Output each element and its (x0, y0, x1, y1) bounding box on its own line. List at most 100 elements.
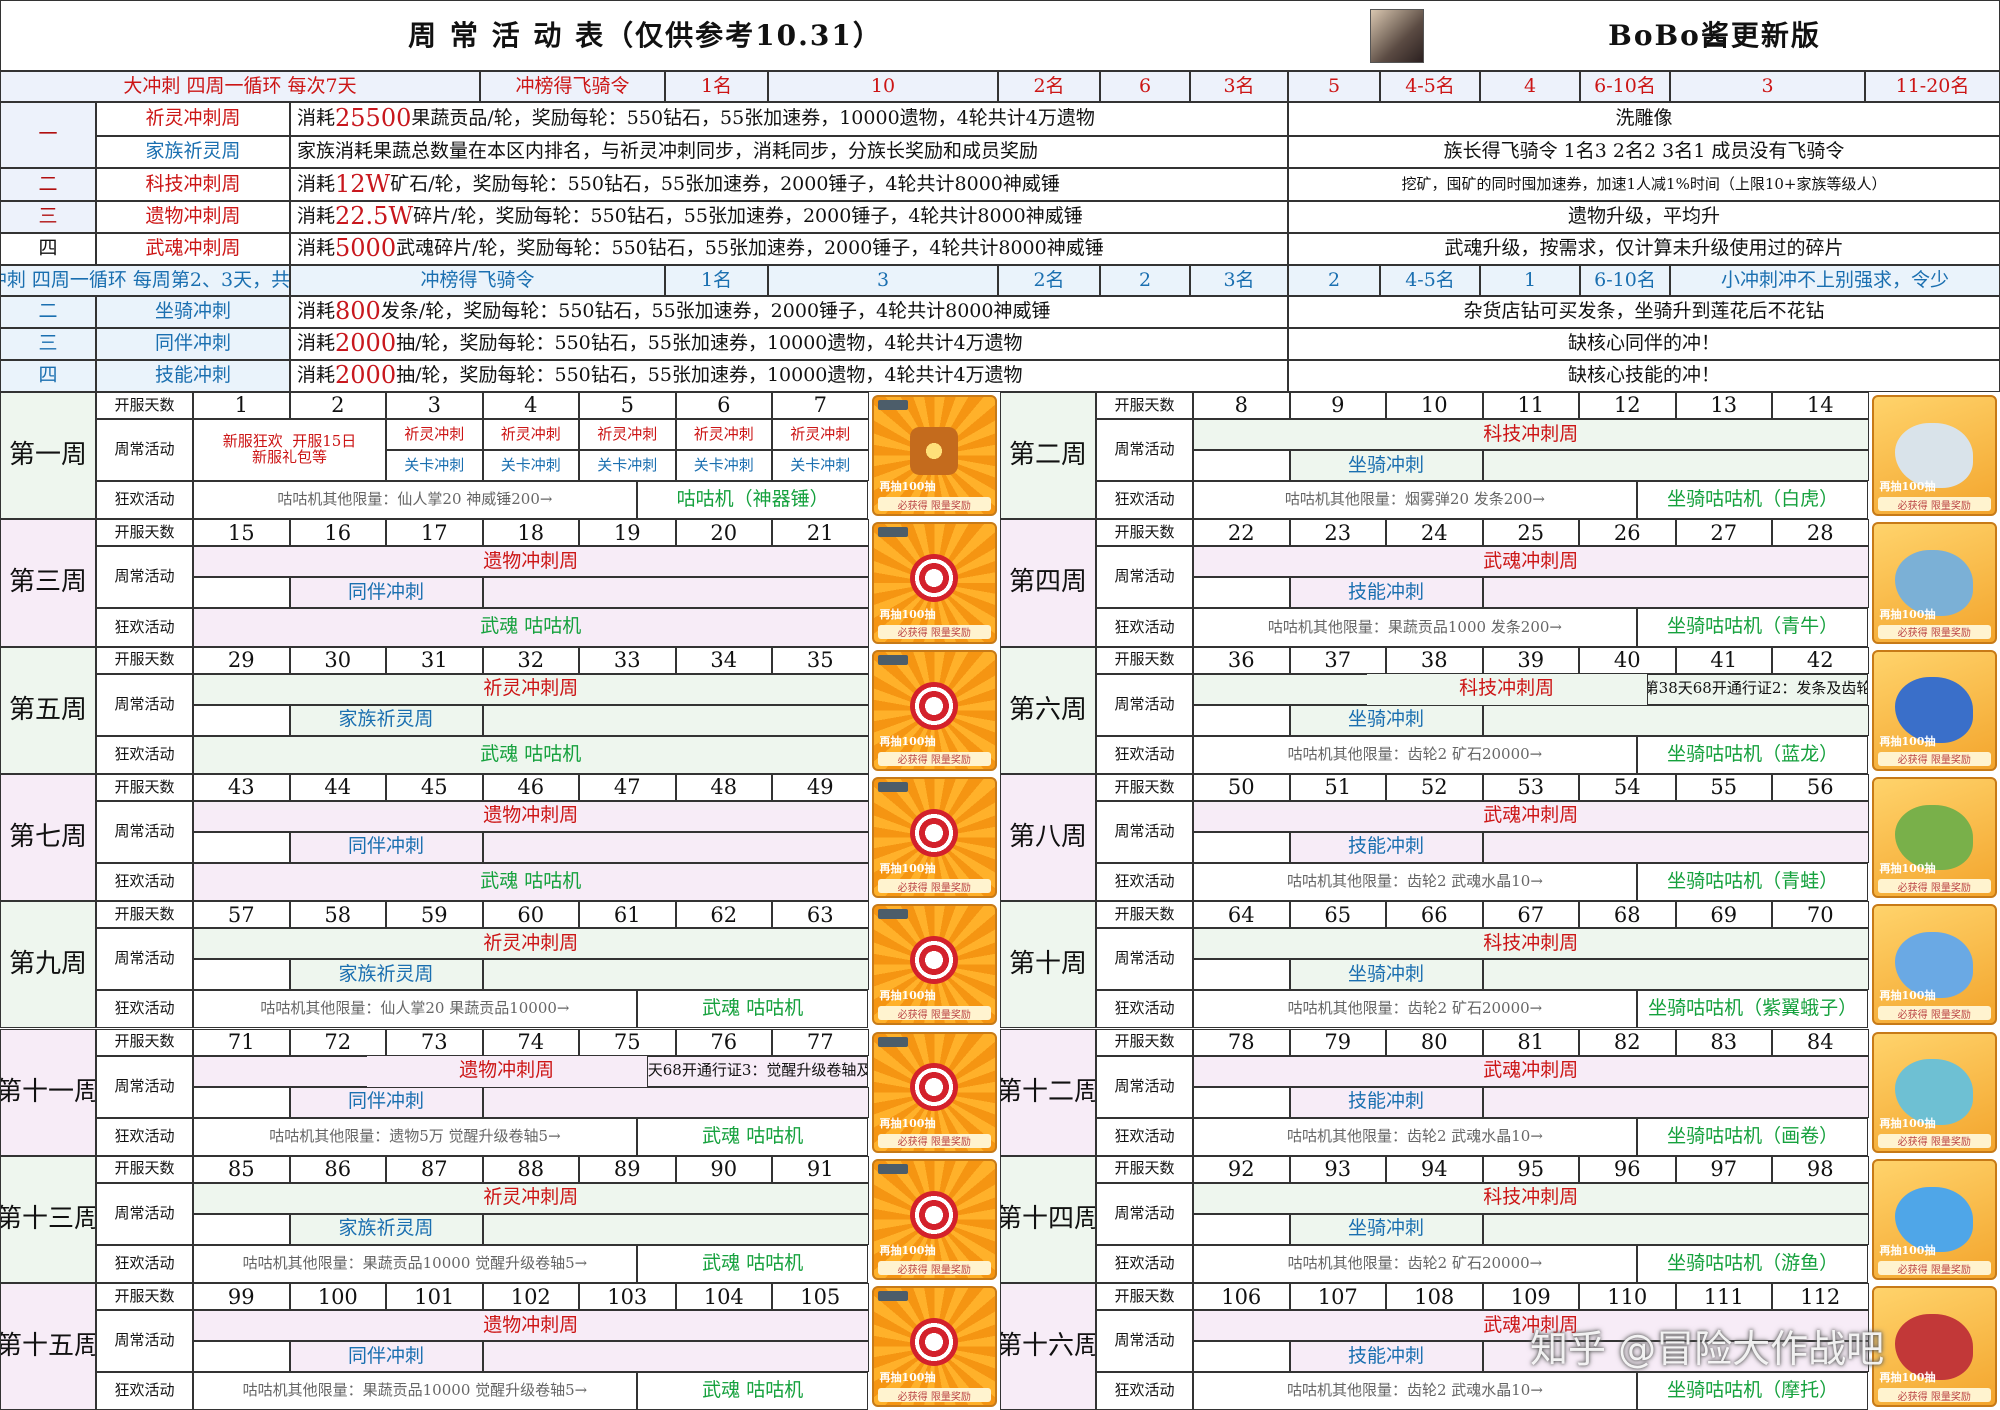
day-number: 84 (1772, 1028, 1869, 1056)
day-number: 31 (386, 646, 483, 674)
day-number: 29 (193, 646, 290, 674)
weekly-sprint-main: 遗物冲刺周 (193, 1310, 869, 1342)
weekly-sprint-sub: 技能冲刺 (1289, 577, 1483, 609)
sheet-title: 周 常 活 动 表（仅供参考10.31） (0, 0, 1290, 71)
target-icon (910, 1318, 959, 1367)
small-row-note: 杂货店钻可买发条，坐骑升到莲花后不花钻 (1288, 296, 2000, 328)
weekly-blank (482, 577, 869, 609)
target-icon (910, 936, 959, 985)
day-number: 52 (1386, 773, 1483, 801)
weekly-label: 周常活动 (1096, 419, 1193, 481)
small-rank-cell: 2 (1288, 265, 1380, 296)
reward-count: 再抽100抽 (879, 480, 936, 494)
weekly-blank (1193, 704, 1290, 736)
weekly-sprint-main: 科技冲刺周 (1193, 928, 1869, 960)
week-name: 第十周 (1000, 901, 1096, 1029)
day-number: 22 (1193, 519, 1290, 547)
reward-badge: 必获得 限量奖励 (877, 879, 991, 894)
day-number: 100 (289, 1283, 386, 1311)
small-row-desc: 消耗 800 发条/轮，奖励每轮：550钻石，55张加速券，2000锤子，4轮共计8… (290, 296, 1288, 328)
day-number: 21 (772, 519, 869, 547)
days-label: 开服天数 (1096, 392, 1193, 419)
week-name: 第三周 (0, 519, 96, 647)
week-name: 第七周 (0, 773, 96, 902)
carnival-other-limit: 咕咕机其他限量：果蔬贡品1000 发条200→ (1193, 608, 1637, 647)
carnival-gacha: 武魂 咕咕机 (193, 862, 869, 902)
day-number: 104 (675, 1283, 772, 1311)
desc-suffix: 抽/轮，奖励每轮：550钻石，55张加速券，10000遗物，4轮共计4万遗物 (396, 364, 1023, 387)
reward-badge: 必获得 限量奖励 (1877, 1006, 1991, 1021)
day-number: 24 (1386, 519, 1483, 547)
day-number: 25 (1482, 519, 1579, 547)
day-number: 5 (579, 392, 676, 419)
day-number: 44 (289, 773, 386, 801)
carnival-label: 狂欢活动 (1096, 1372, 1193, 1410)
days-label: 开服天数 (96, 1283, 193, 1311)
small-rank-cell: 4-5名 (1380, 265, 1480, 296)
desc-suffix: 矿石/轮，奖励每轮：550钻石，55张加速券，2000锤子，4轮共计8000神威… (390, 172, 1060, 195)
day-number: 47 (579, 773, 676, 801)
weekly-label: 周常活动 (1096, 546, 1193, 609)
big-row-note: 洗雕像 (1288, 102, 2000, 136)
carnival-label: 狂欢活动 (96, 1372, 193, 1410)
small-row-index: 三 (0, 328, 96, 360)
day-number: 20 (675, 519, 772, 547)
reward-tag (877, 1036, 908, 1047)
weekly-sprint-sub: 技能冲刺 (1289, 1086, 1483, 1118)
weekly-blank (193, 1341, 290, 1373)
carnival-label: 狂欢活动 (96, 1117, 193, 1156)
gacha-reward-icon: 再抽100抽 必获得 限量奖励 (871, 1158, 997, 1281)
big-row-name: 家族祈灵周 (96, 136, 290, 168)
carnival-other-limit: 咕咕机其他限量：仙人掌20 果蔬贡品10000→ (193, 990, 637, 1029)
day-number: 11 (1482, 392, 1579, 419)
weekly-sprint-sub: 家族祈灵周 (289, 704, 483, 736)
gacha-reward-icon: 再抽100抽 必获得 限量奖励 (871, 395, 997, 517)
sprint-cell: 祈灵冲刺 (482, 419, 579, 450)
weekly-label: 周常活动 (1096, 1182, 1193, 1245)
weekly-blank (1482, 1213, 1869, 1245)
weekly-sprint-sub: 技能冲刺 (1289, 1341, 1483, 1373)
desc-amount: 5000 (335, 234, 397, 263)
weekly-label: 周常活动 (96, 419, 193, 481)
day-number: 18 (482, 519, 579, 547)
weekly-note: 第38天68开通行证2：发条及齿轮 (1646, 673, 1869, 705)
weekly-blank (193, 577, 290, 609)
day-number: 82 (1579, 1028, 1676, 1056)
reward-badge: 必获得 限量奖励 (1877, 624, 1991, 639)
big-row-desc: 家族消耗果蔬总数量在本区内排名，与祈灵冲刺同步，消耗同步，分族长奖励和成员奖励 (290, 136, 1288, 168)
carnival-other-limit: 咕咕机其他限量：烟雾弹20 发条200→ (1193, 481, 1637, 520)
day-number: 27 (1675, 519, 1772, 547)
weekly-blank (1482, 1086, 1869, 1118)
week-name: 第十四周 (1000, 1155, 1096, 1284)
day-number: 91 (772, 1155, 869, 1183)
day-number: 73 (386, 1028, 483, 1056)
weekly-label: 周常活动 (96, 673, 193, 736)
weekly-sprint-main: 遗物冲刺周 (193, 800, 869, 832)
day-number: 57 (193, 901, 290, 929)
day-number: 40 (1579, 646, 1676, 674)
day-number: 86 (289, 1155, 386, 1183)
reward-count: 再抽100抽 (1879, 1371, 1936, 1385)
carnival-gacha: 武魂 咕咕机 (636, 1372, 869, 1410)
day-number: 49 (772, 773, 869, 801)
reward-tag (877, 909, 908, 920)
day-number: 79 (1289, 1028, 1386, 1056)
week-name: 第一周 (0, 392, 96, 520)
big-rank-cell: 6-10名 (1580, 71, 1670, 102)
big-rank-cell: 11-20名 (1865, 71, 2000, 102)
reward-badge: 必获得 限量奖励 (1877, 751, 1991, 766)
reward-tag (877, 654, 908, 665)
carnival-gacha: 坐骑咕咕机（白虎） (1636, 481, 1869, 520)
desc-suffix: 抽/轮，奖励每轮：550钻石，55张加速券，10000遗物，4轮共计4万遗物 (396, 332, 1023, 355)
target-icon (910, 1190, 959, 1239)
day-number: 98 (1772, 1155, 1869, 1183)
weekly-sprint-main: 祈灵冲刺周 (193, 673, 869, 705)
day-number: 89 (579, 1155, 676, 1183)
weekly-blank (1482, 704, 1869, 736)
days-label: 开服天数 (1096, 646, 1193, 674)
weekly-blank (482, 959, 869, 991)
days-label: 开服天数 (1096, 773, 1193, 801)
day-number: 35 (772, 646, 869, 674)
weekly-blank (1193, 959, 1290, 991)
desc-prefix: 消耗 (297, 107, 336, 130)
